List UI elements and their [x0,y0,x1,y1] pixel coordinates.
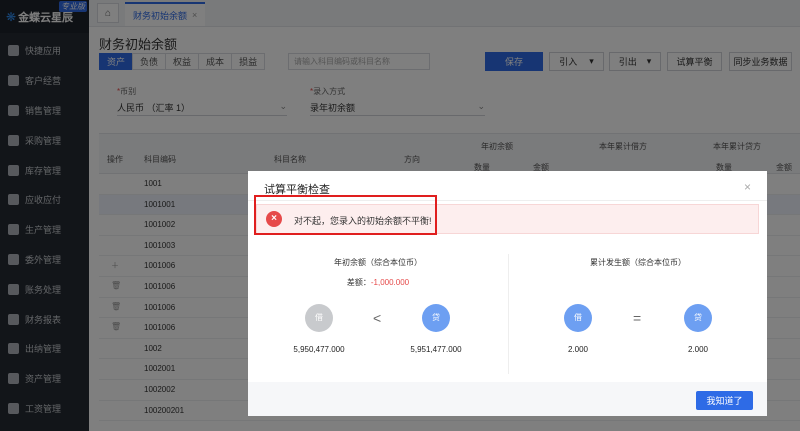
accumulated-title: 累计发生额（综合本位币） [590,258,686,267]
credit-amount: 2.000 [687,345,709,354]
difference-text: 差额：-1,000.000 [346,278,410,287]
debit-amount: 5,950,477.000 [293,345,345,354]
trial-balance-dialog: 试算平衡检查 × × 对不起，您录入的初始余额不平衡! 年初余额（综合本位币） … [248,171,767,416]
acknowledge-button[interactable]: 我知道了 [696,391,753,410]
opening-balance-title: 年初余额（综合本位币） [334,258,422,267]
highlight-box [254,195,437,235]
close-icon[interactable]: × [744,180,751,194]
equals-symbol: = [633,310,642,326]
less-than-symbol: < [373,310,382,326]
credit-amount: 5,951,477.000 [410,345,462,354]
credit-circle: 贷 [684,304,712,332]
credit-circle: 贷 [422,304,450,332]
debit-circle: 借 [305,304,333,332]
debit-circle: 借 [564,304,592,332]
debit-amount: 2.000 [567,345,589,354]
